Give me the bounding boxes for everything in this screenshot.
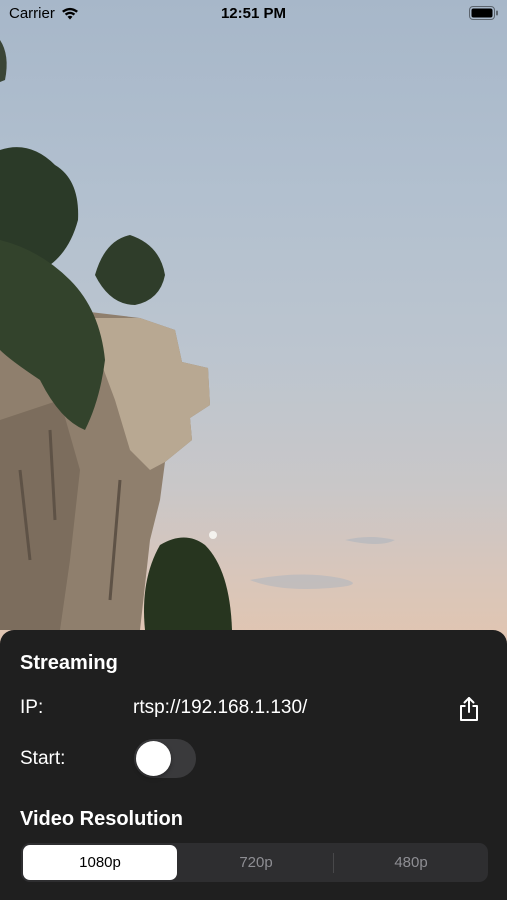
segment-1080p[interactable]: 1080p — [23, 845, 177, 880]
camera-preview — [0, 0, 507, 650]
status-time: 12:51 PM — [220, 5, 287, 22]
tree — [144, 537, 232, 630]
toggle-knob — [136, 741, 171, 776]
ip-label: IP: — [20, 697, 44, 718]
tree — [95, 235, 165, 305]
share-button[interactable] — [455, 694, 483, 724]
cloud — [345, 537, 395, 544]
battery-icon — [469, 6, 499, 24]
streaming-title: Streaming — [20, 652, 118, 674]
segment-480p[interactable]: 480p — [334, 843, 488, 882]
video-resolution-title: Video Resolution — [20, 808, 183, 830]
start-toggle[interactable] — [134, 739, 196, 778]
share-icon — [460, 697, 478, 721]
status-bar: Carrier 12:51 PM — [0, 0, 507, 28]
segment-720p[interactable]: 720p — [179, 843, 333, 882]
start-label: Start: — [20, 748, 66, 769]
preview-scene — [0, 40, 395, 630]
streaming-panel: Streaming IP: rtsp://192.168.1.130/ Star… — [0, 630, 507, 900]
branch — [0, 40, 7, 82]
ip-value: rtsp://192.168.1.130/ — [133, 697, 308, 718]
app-screen: Carrier 12:51 PM Streaming IP: rtsp://19… — [0, 0, 507, 900]
cloud — [250, 574, 353, 589]
moon — [209, 531, 217, 539]
resolution-segmented-control: 1080p 720p 480p — [21, 843, 488, 882]
